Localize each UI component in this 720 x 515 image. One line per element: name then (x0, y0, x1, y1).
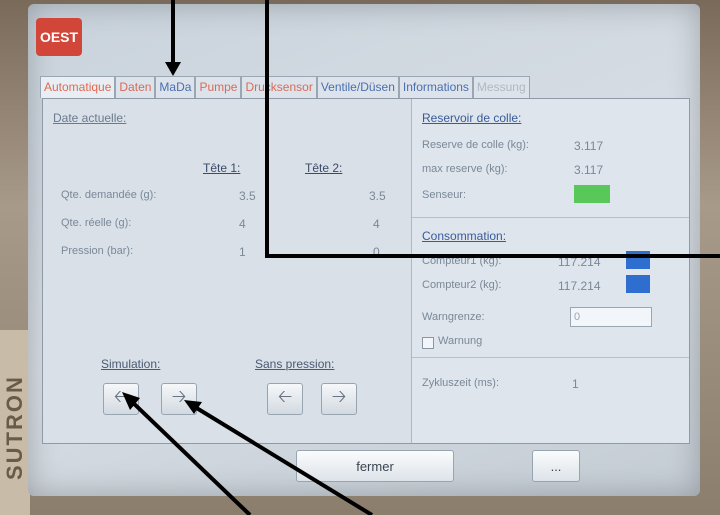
sans-pression-label: Sans pression: (255, 357, 335, 371)
arrow-left-icon: 🡠 (113, 386, 129, 406)
pression-head1: 1 (239, 245, 246, 259)
reserve-value: 3.117 (574, 139, 604, 153)
annotation-line-horizontal (265, 254, 720, 258)
warnung-checkbox[interactable] (422, 337, 434, 349)
brand-label: SUTRON (2, 375, 27, 480)
arrow-right-icon: 🡢 (331, 386, 347, 406)
tab-drucksensor[interactable]: Drucksensor (241, 76, 317, 98)
annotation-pointer-daten (171, 0, 175, 70)
simulation-label: Simulation: (101, 357, 161, 371)
counter2-label: Compteur2 (kg): (422, 279, 502, 291)
company-logo: OEST (36, 18, 82, 56)
close-button[interactable]: fermer (296, 450, 454, 482)
qte-demandee-head2: 3.5 (369, 189, 386, 203)
qte-demandee-head1: 3.5 (239, 189, 256, 203)
qte-reelle-head1: 4 (239, 217, 246, 231)
max-reserve-value: 3.117 (574, 163, 604, 177)
head2-header: Tête 2: (305, 161, 343, 175)
zykluszeit-value: 1 (572, 377, 579, 391)
qte-reelle-label: Qte. réelle (g): (61, 217, 132, 229)
date-label: Date actuelle: (53, 111, 127, 125)
counter2-indicator (626, 275, 650, 293)
automatique-panel: Date actuelle: Tête 1: Tête 2: Qte. dema… (42, 98, 690, 444)
sensor-indicator (574, 185, 610, 203)
head1-header: Tête 1: (203, 161, 241, 175)
sans-pression-left-button[interactable]: 🡠 (267, 383, 303, 415)
annotation-arrowhead (165, 62, 181, 76)
reserve-label: Reserve de colle (kg): (422, 139, 529, 151)
warngrenze-label: Warngrenze: (422, 311, 485, 323)
annotation-line-vertical (265, 0, 269, 258)
tab-automatique[interactable]: Automatique (40, 76, 116, 98)
arrow-right-icon: 🡢 (171, 386, 187, 406)
max-reserve-label: max reserve (kg): (422, 163, 508, 175)
warngrenze-input[interactable]: 0 (570, 307, 652, 327)
tab-daten[interactable]: Daten (115, 76, 156, 98)
tab-mada[interactable]: MaDa (155, 76, 196, 98)
touch-screen: OEST Automatique Daten MaDa Pumpe Drucks… (28, 4, 700, 496)
status-pane: Reservoir de colle: Reserve de colle (kg… (412, 99, 689, 443)
simulation-left-button[interactable]: 🡠 (103, 383, 139, 415)
consommation-header: Consommation: (422, 229, 507, 243)
more-button[interactable]: ... (532, 450, 580, 482)
tab-ventile-dusen[interactable]: Ventile/Düsen (316, 76, 399, 98)
sans-pression-right-button[interactable]: 🡢 (321, 383, 357, 415)
sensor-label: Senseur: (422, 189, 467, 201)
warnung-label: Warnung (438, 335, 483, 347)
qte-reelle-head2: 4 (373, 217, 380, 231)
divider (412, 357, 689, 358)
tab-pumpe[interactable]: Pumpe (195, 76, 242, 98)
qte-demandee-label: Qte. demandée (g): (61, 189, 157, 201)
pression-label: Pression (bar): (61, 245, 134, 257)
tab-informations[interactable]: Informations (398, 76, 473, 98)
counter2-value: 117.214 (558, 279, 601, 293)
tab-bar: Automatique Daten MaDa Pumpe Drucksensor… (40, 76, 530, 98)
reservoir-header: Reservoir de colle: (422, 111, 522, 125)
heads-pane: Date actuelle: Tête 1: Tête 2: Qte. dema… (43, 99, 412, 443)
arrow-left-icon: 🡠 (277, 386, 293, 406)
simulation-right-button[interactable]: 🡢 (161, 383, 197, 415)
tab-messung[interactable]: Messung (472, 76, 530, 98)
zykluszeit-label: Zykluszeit (ms): (422, 377, 499, 389)
divider (412, 217, 689, 218)
